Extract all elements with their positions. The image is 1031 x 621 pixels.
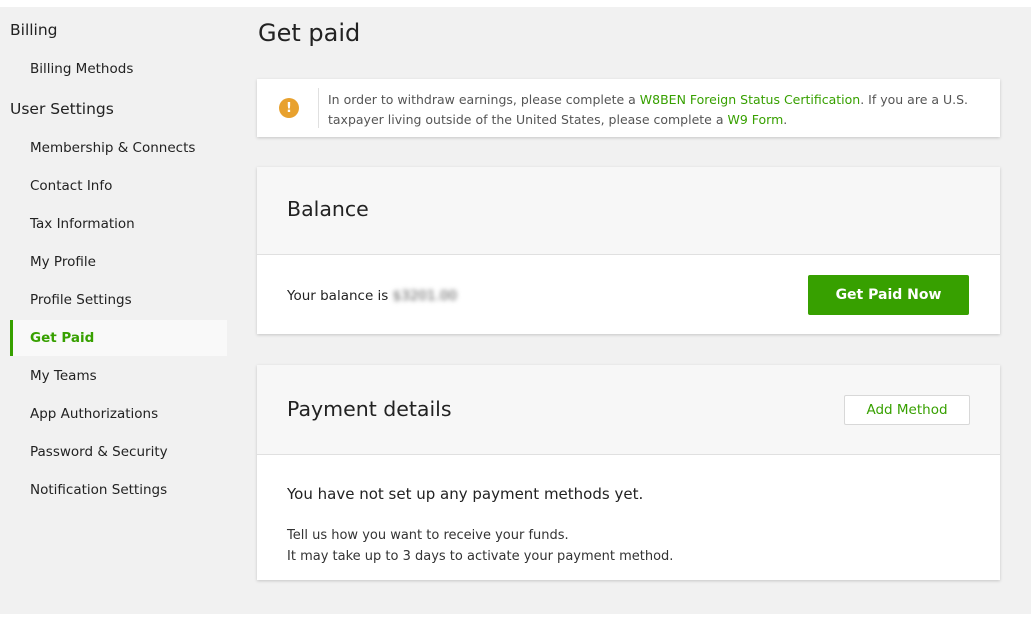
- alert-message: In order to withdraw earnings, please co…: [328, 90, 988, 130]
- billing-heading: Billing: [10, 21, 58, 39]
- payment-hint-receive-funds: Tell us how you want to receive your fun…: [287, 528, 569, 543]
- balance-card-header: Balance: [257, 167, 1000, 255]
- payment-hint-activation-time: It may take up to 3 days to activate you…: [287, 549, 674, 564]
- sidebar-item-tax-information[interactable]: Tax Information: [10, 206, 227, 242]
- get-paid-now-button[interactable]: Get Paid Now: [808, 275, 969, 315]
- sidebar-item-my-teams[interactable]: My Teams: [10, 358, 227, 394]
- balance-label: Your balance is: [287, 288, 389, 304]
- sidebar-item-my-profile[interactable]: My Profile: [10, 244, 227, 280]
- user-settings-heading: User Settings: [10, 100, 114, 118]
- sidebar-item-app-authorizations[interactable]: App Authorizations: [10, 396, 227, 432]
- no-payment-methods-message: You have not set up any payment methods …: [287, 485, 644, 503]
- sidebar-item-billing-methods[interactable]: Billing Methods: [10, 51, 227, 87]
- page-title: Get paid: [258, 19, 361, 47]
- payment-card-header: Payment details Add Method: [257, 365, 1000, 455]
- alert-text-before: In order to withdraw earnings, please co…: [328, 92, 640, 107]
- sidebar-item-membership-connects[interactable]: Membership & Connects: [10, 130, 227, 166]
- balance-heading: Balance: [287, 197, 369, 221]
- balance-amount: $3201.00: [392, 288, 458, 304]
- sidebar-item-contact-info[interactable]: Contact Info: [10, 168, 227, 204]
- w8ben-link[interactable]: W8BEN Foreign Status Certification: [640, 92, 860, 107]
- add-method-button[interactable]: Add Method: [844, 395, 970, 425]
- balance-card: Balance Your balance is $3201.00 Get Pai…: [257, 167, 1000, 334]
- payment-details-heading: Payment details: [287, 397, 452, 421]
- sidebar-item-profile-settings[interactable]: Profile Settings: [10, 282, 227, 318]
- alert-divider: [318, 88, 319, 128]
- sidebar-item-notification-settings[interactable]: Notification Settings: [10, 472, 227, 508]
- settings-sidebar: Billing Billing Methods User Settings Me…: [0, 7, 232, 614]
- sidebar-item-password-security[interactable]: Password & Security: [10, 434, 227, 470]
- payment-details-card: Payment details Add Method You have not …: [257, 365, 1000, 580]
- sidebar-item-get-paid[interactable]: Get Paid: [10, 320, 227, 356]
- exclamation-circle-icon: !: [279, 98, 299, 118]
- balance-line: Your balance is $3201.00: [287, 288, 457, 304]
- w9-form-link[interactable]: W9 Form: [727, 112, 783, 127]
- app-frame: Billing Billing Methods User Settings Me…: [0, 7, 1031, 614]
- alert-text-after: .: [783, 112, 788, 127]
- tax-form-alert: ! In order to withdraw earnings, please …: [257, 79, 1000, 137]
